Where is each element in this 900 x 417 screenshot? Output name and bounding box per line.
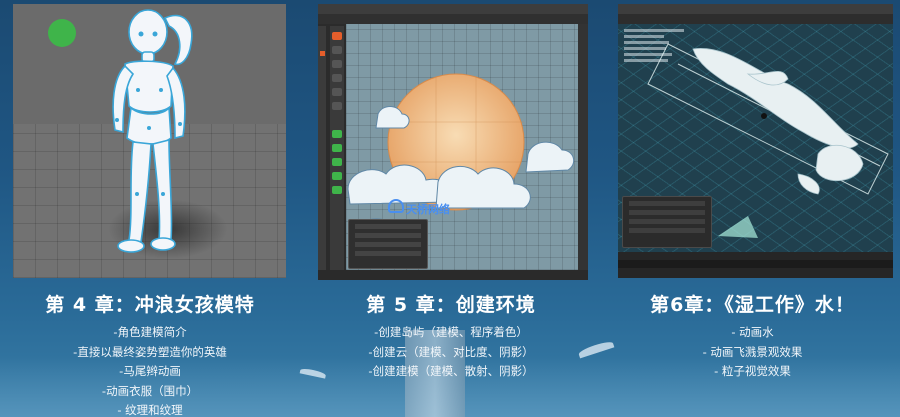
watermark-text: 天桥网络 <box>406 203 450 216</box>
list-item: -创建建模（建模、散射、阴影） <box>368 364 534 378</box>
panel-row <box>629 219 705 224</box>
chapter-4-caption: 第 4 章：冲浪女孩模特 -角色建模简介 -直接以最终姿势塑造你的英雄 -马尾辫… <box>0 290 300 417</box>
panel-row <box>629 228 705 233</box>
timeline <box>618 252 893 278</box>
list-item: -动画衣服（围巾） <box>101 383 199 398</box>
right-sidebar <box>578 24 588 270</box>
panel-row <box>629 210 705 215</box>
list-item: -创建云（建模、对比度、阴影） <box>368 344 534 359</box>
operator-panel <box>348 219 428 269</box>
list-item: - 动画飞溅景观效果 <box>702 344 803 359</box>
panel-row <box>355 242 421 247</box>
chapter-5-caption: 第 5 章：创建环境 -创建岛屿（建模、程序着色） -创建云（建模、对比度、阴影… <box>302 290 600 382</box>
chapter-5-screenshot: 天桥网络 <box>318 4 588 280</box>
status-bar <box>318 270 588 280</box>
panel-row <box>355 251 421 256</box>
chapter-6-caption: 第6章：《湿工作》水！ - 动画水 - 动画飞溅景观效果 - 粒子视觉效果 <box>605 290 900 382</box>
list-item: -创建岛屿（建模、程序着色） <box>374 325 528 339</box>
list-item: -直接以最终姿势塑造你的英雄 <box>73 344 227 359</box>
list-item: - 动画水 <box>731 325 774 339</box>
timeline-ruler <box>618 260 893 268</box>
watermark-cloud-icon <box>388 199 404 213</box>
panel-row <box>355 224 421 229</box>
panel-row <box>629 201 705 206</box>
list-item: - 粒子视觉效果 <box>714 364 791 378</box>
chapter-4-screenshot <box>13 4 286 278</box>
chapter-6-screenshot <box>618 4 893 278</box>
panel-row <box>355 233 421 238</box>
chapter-4-title: 第 4 章：冲浪女孩模特 <box>45 294 255 316</box>
list-item: - 纹理和纹理 <box>117 403 183 417</box>
chapter-5-list: -创建岛屿（建模、程序着色） -创建云（建模、对比度、阴影） -创建建模（建模、… <box>302 323 600 382</box>
operator-panel <box>622 196 712 248</box>
chapter-6-title: 第6章：《湿工作》水！ <box>650 294 855 316</box>
list-item: -角色建模简介 <box>113 325 187 339</box>
list-item: -马尾辫动画 <box>119 364 181 378</box>
chapter-5-title: 第 5 章：创建环境 <box>366 294 536 316</box>
surfer-girl-model <box>112 9 193 253</box>
chapter-4-list: -角色建模简介 -直接以最终姿势塑造你的英雄 -马尾辫动画 -动画衣服（围巾） … <box>0 323 300 417</box>
chapter-6-list: - 动画水 - 动画飞溅景观效果 - 粒子视觉效果 <box>605 323 900 382</box>
